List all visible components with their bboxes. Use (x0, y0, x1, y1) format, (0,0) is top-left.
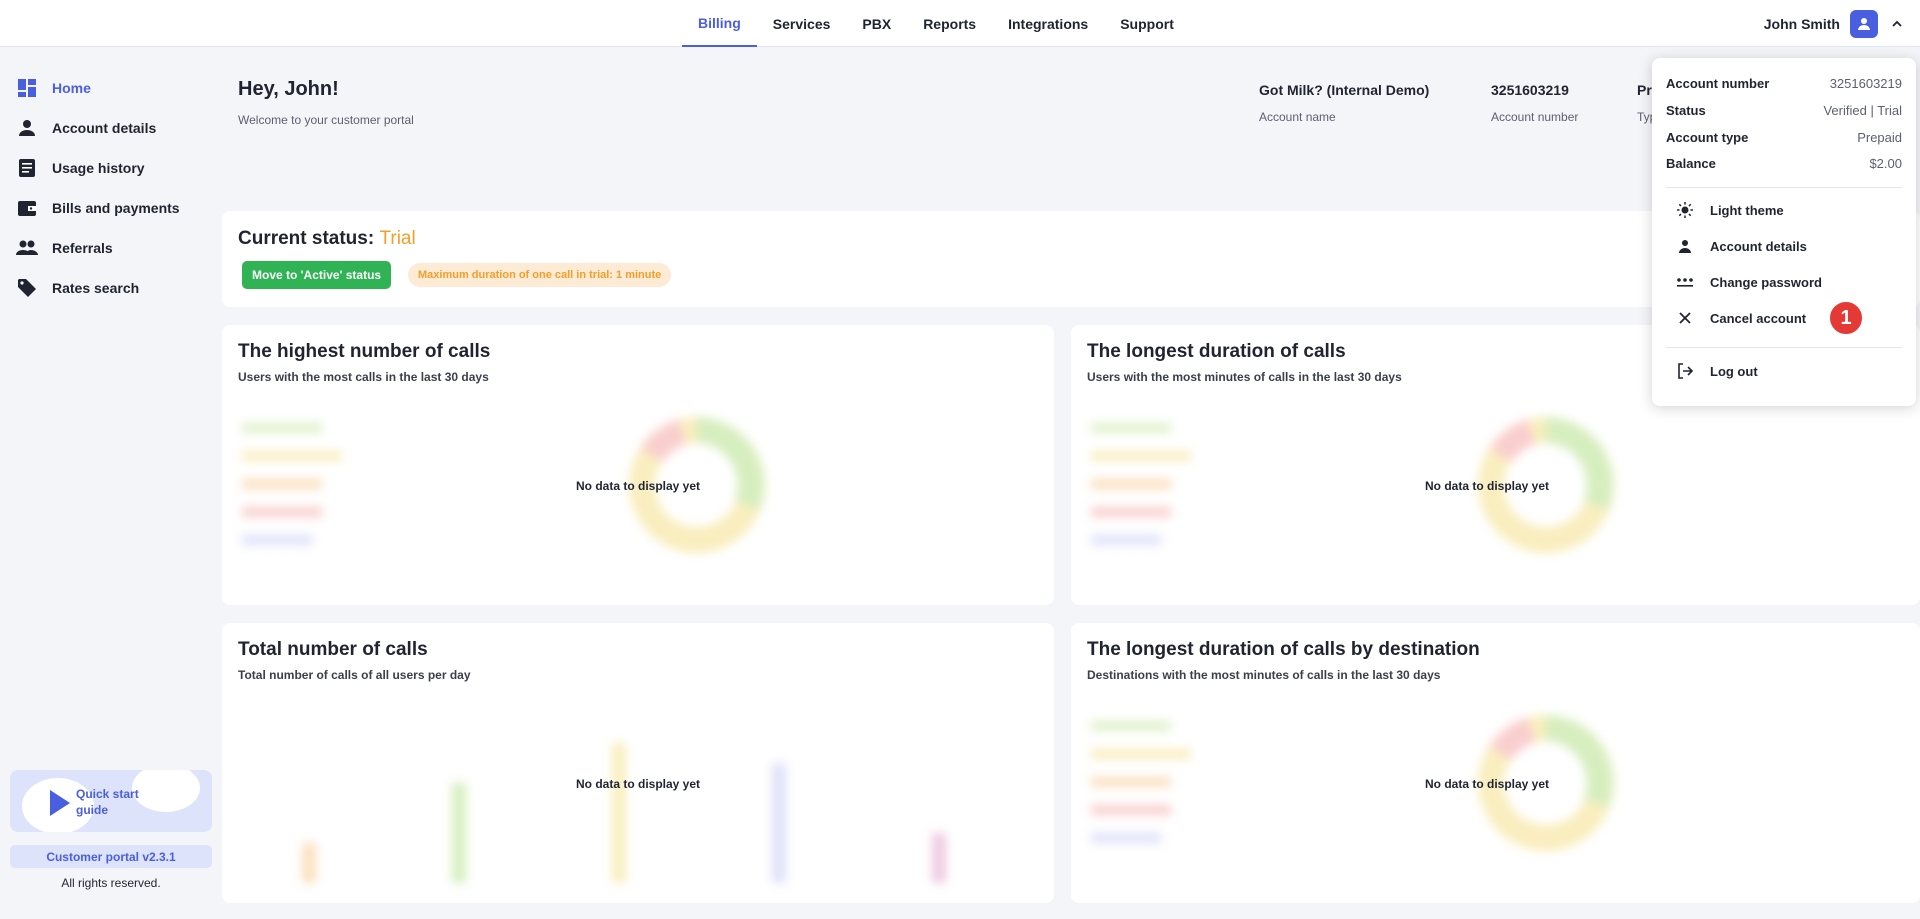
widget-highest-calls: The highest number of calls Users with t… (222, 325, 1054, 605)
dropdown-account-type: Account type Prepaid (1666, 130, 1902, 148)
account-name-value: Got Milk? (Internal Demo) (1259, 82, 1430, 98)
avatar[interactable] (1850, 10, 1878, 38)
empty-state-text: No data to display yet (1425, 479, 1550, 493)
empty-state-text: No data to display yet (576, 777, 701, 791)
blurred-legend (242, 423, 342, 545)
menu-item-label: Log out (1710, 363, 1758, 379)
welcome-text: Welcome to your customer portal (238, 113, 414, 127)
tab-services[interactable]: Services (757, 0, 847, 47)
menu-item-label: Change password (1710, 274, 1822, 290)
top-nav: Billing Services PBX Reports Integration… (682, 0, 1190, 47)
menu-item-light-theme[interactable]: Light theme (1676, 199, 1784, 221)
empty-state-text: No data to display yet (1425, 777, 1550, 791)
empty-state-text: No data to display yet (576, 479, 701, 493)
tab-pbx[interactable]: PBX (846, 0, 907, 47)
row-value: Verified | Trial (1823, 103, 1902, 118)
row-value: 3251603219 (1829, 76, 1902, 91)
sidebar-item-rates-search[interactable]: Rates search (16, 275, 139, 301)
sidebar-item-label: Referrals (52, 240, 113, 256)
menu-item-label: Light theme (1710, 202, 1784, 218)
quick-start-label: Quick start guide (76, 787, 139, 817)
widget-subtitle: Destinations with the most minutes of ca… (1087, 668, 1441, 682)
widget-subtitle: Users with the most minutes of calls in … (1087, 370, 1402, 384)
chevron-up-icon[interactable] (1888, 15, 1906, 33)
row-key: Account number (1666, 76, 1770, 91)
row-key: Balance (1666, 156, 1716, 171)
sidebar-item-usage-history[interactable]: Usage history (16, 155, 145, 181)
status-label: Current status: (238, 228, 375, 249)
menu-item-log-out[interactable]: Log out (1676, 360, 1758, 382)
person-icon (1858, 18, 1870, 30)
status-title: Current status: Trial (238, 228, 416, 250)
widget-title: The highest number of calls (238, 341, 491, 362)
widget-title: The longest duration of calls (1087, 341, 1346, 362)
sidebar-item-label: Account details (52, 120, 157, 136)
dropdown-status: Status Verified | Trial (1666, 103, 1902, 121)
sidebar-item-bills-and-payments[interactable]: Bills and payments (16, 195, 180, 221)
version-badge: Customer portal v2.3.1 (10, 845, 212, 868)
widget-duration-by-destination: The longest duration of calls by destina… (1071, 623, 1920, 903)
sidebar: Home Account details Usage history Bills… (0, 47, 220, 919)
sidebar-item-referrals[interactable]: Referrals (16, 235, 113, 261)
dropdown-balance: Balance $2.00 (1666, 156, 1902, 174)
quick-start-guide[interactable]: Quick start guide (10, 770, 212, 832)
menu-item-change-password[interactable]: Change password (1676, 271, 1822, 293)
widget-subtitle: Total number of calls of all users per d… (238, 668, 471, 682)
sidebar-item-label: Home (52, 80, 91, 96)
menu-item-cancel-account[interactable]: Cancel account (1676, 307, 1806, 329)
page-title: Hey, John! (238, 78, 339, 100)
close-icon (1676, 309, 1694, 327)
tab-billing[interactable]: Billing (682, 0, 757, 47)
people-icon (16, 237, 38, 259)
row-value: Prepaid (1857, 130, 1902, 145)
dashboard-icon (16, 77, 38, 99)
blurred-bars (302, 743, 946, 883)
divider (1666, 347, 1902, 348)
row-value: $2.00 (1869, 156, 1902, 171)
user-name[interactable]: John Smith (1764, 16, 1840, 32)
user-menu-trigger[interactable]: John Smith (1764, 10, 1906, 38)
menu-item-label: Account details (1710, 238, 1807, 254)
sidebar-item-label: Usage history (52, 160, 145, 176)
blurred-legend (1091, 423, 1191, 545)
account-number-label: Account number (1491, 110, 1579, 124)
person-icon (1676, 237, 1694, 255)
status-value: Trial (379, 228, 416, 249)
move-to-active-button[interactable]: Move to 'Active' status (242, 261, 392, 289)
password-dots-icon (1676, 273, 1694, 291)
divider (1666, 187, 1902, 188)
row-key: Status (1666, 103, 1706, 118)
widget-subtitle: Users with the most calls in the last 30… (238, 370, 489, 384)
widget-title: The longest duration of calls by destina… (1087, 639, 1480, 660)
menu-item-label: Cancel account (1710, 310, 1807, 326)
sidebar-item-home[interactable]: Home (16, 75, 91, 101)
account-number-value: 3251603219 (1491, 82, 1569, 98)
rights-text: All rights reserved. (61, 876, 161, 890)
account-name-block: Got Milk? (Internal Demo) Account name (1259, 82, 1429, 124)
sidebar-item-account-details[interactable]: Account details (16, 115, 156, 141)
step-marker-badge: 1 (1828, 300, 1864, 336)
account-name-label: Account name (1259, 110, 1336, 124)
account-number-block: 3251603219 Account number (1491, 82, 1578, 124)
widget-title: Total number of calls (238, 639, 428, 660)
logout-icon (1676, 362, 1694, 380)
top-bar: Billing Services PBX Reports Integration… (0, 0, 1920, 47)
widget-total-calls: Total number of calls Total number of ca… (222, 623, 1054, 903)
sun-icon (1676, 201, 1694, 219)
user-dropdown-menu: Account number 3251603219 Status Verifie… (1652, 58, 1916, 406)
trial-limit-badge: Maximum duration of one call in trial: 1… (408, 263, 672, 287)
tab-support[interactable]: Support (1104, 0, 1190, 47)
tab-integrations[interactable]: Integrations (992, 0, 1104, 47)
dropdown-account-number: Account number 3251603219 (1666, 76, 1902, 94)
sidebar-item-label: Bills and payments (52, 200, 180, 216)
tag-icon (16, 277, 38, 299)
wallet-icon (16, 197, 38, 219)
sidebar-item-label: Rates search (52, 280, 140, 296)
document-icon (16, 157, 38, 179)
person-icon (16, 117, 38, 139)
menu-item-account-details[interactable]: Account details (1676, 235, 1807, 257)
blurred-legend (1091, 721, 1191, 843)
row-key: Account type (1666, 130, 1749, 145)
tab-reports[interactable]: Reports (907, 0, 992, 47)
